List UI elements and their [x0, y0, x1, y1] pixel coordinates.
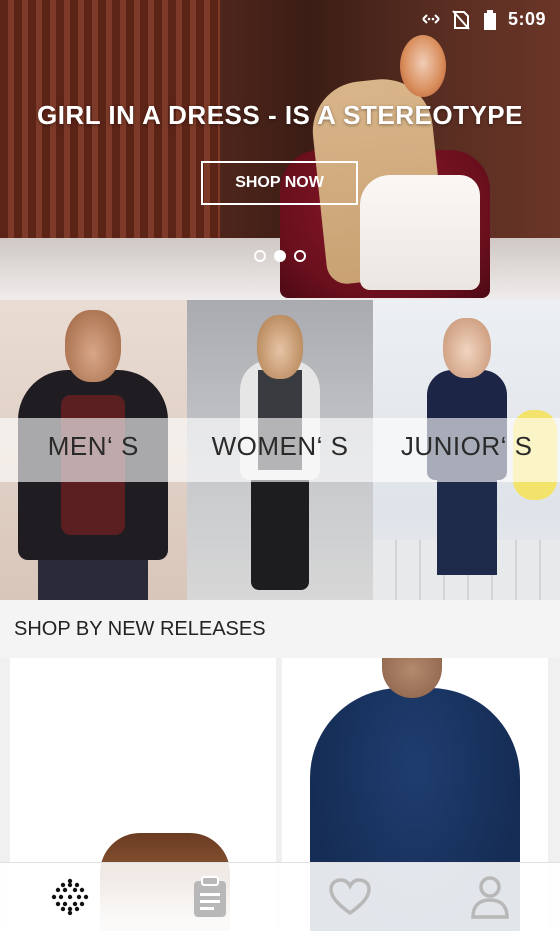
- category-men[interactable]: MEN‘ S: [0, 300, 187, 600]
- hero-title: GIRL IN A DRESS - IS A STEREOTYPE: [36, 100, 523, 130]
- no-sim-icon: [452, 10, 474, 30]
- carousel-dot[interactable]: [254, 250, 266, 262]
- nav-profile[interactable]: [420, 863, 560, 931]
- section-heading-new-releases: SHOP BY NEW RELEASES: [0, 600, 560, 658]
- nav-home[interactable]: [0, 863, 140, 931]
- nav-favorites[interactable]: [280, 863, 420, 931]
- category-junior[interactable]: JUNIOR‘ S: [373, 300, 560, 600]
- bottom-navigation: [0, 862, 560, 931]
- battery-icon: [483, 10, 498, 30]
- category-women[interactable]: WOMEN‘ S: [186, 300, 374, 600]
- hero-model-head: [400, 35, 446, 97]
- category-label-men: MEN‘ S: [47, 431, 139, 461]
- status-time: 5:09: [507, 8, 546, 29]
- men-model-head: [65, 310, 122, 382]
- carousel-dot[interactable]: [294, 250, 306, 262]
- heart-icon: [329, 878, 371, 916]
- hero-banner[interactable]: GIRL IN A DRESS - IS A STEREOTYPE SHOP N…: [0, 0, 560, 300]
- women-model-legs: [251, 470, 309, 590]
- carousel-dot-active[interactable]: [274, 250, 286, 262]
- junior-model-legs: [436, 475, 497, 575]
- men-model-shirt: [61, 395, 126, 535]
- grid-dots-icon: [51, 878, 89, 916]
- junior-model-jacket: [426, 370, 507, 480]
- women-model-head: [257, 315, 303, 379]
- junior-model-head: [442, 318, 491, 378]
- hero-model-pants: [360, 175, 480, 290]
- category-tiles: MEN‘ S WOMEN‘ S JUNIOR‘ S: [0, 300, 560, 600]
- nav-orders[interactable]: [140, 863, 280, 931]
- category-label-women: WOMEN‘ S: [211, 431, 349, 461]
- category-label-junior: JUNIOR‘ S: [400, 431, 533, 461]
- status-bar: 5:09: [0, 0, 560, 38]
- clipboard-icon: [194, 876, 226, 917]
- shop-now-button[interactable]: SHOP NOW: [201, 161, 358, 205]
- user-icon: [471, 876, 509, 919]
- data-sync-icon: [420, 10, 442, 28]
- carousel-dots: [0, 250, 560, 262]
